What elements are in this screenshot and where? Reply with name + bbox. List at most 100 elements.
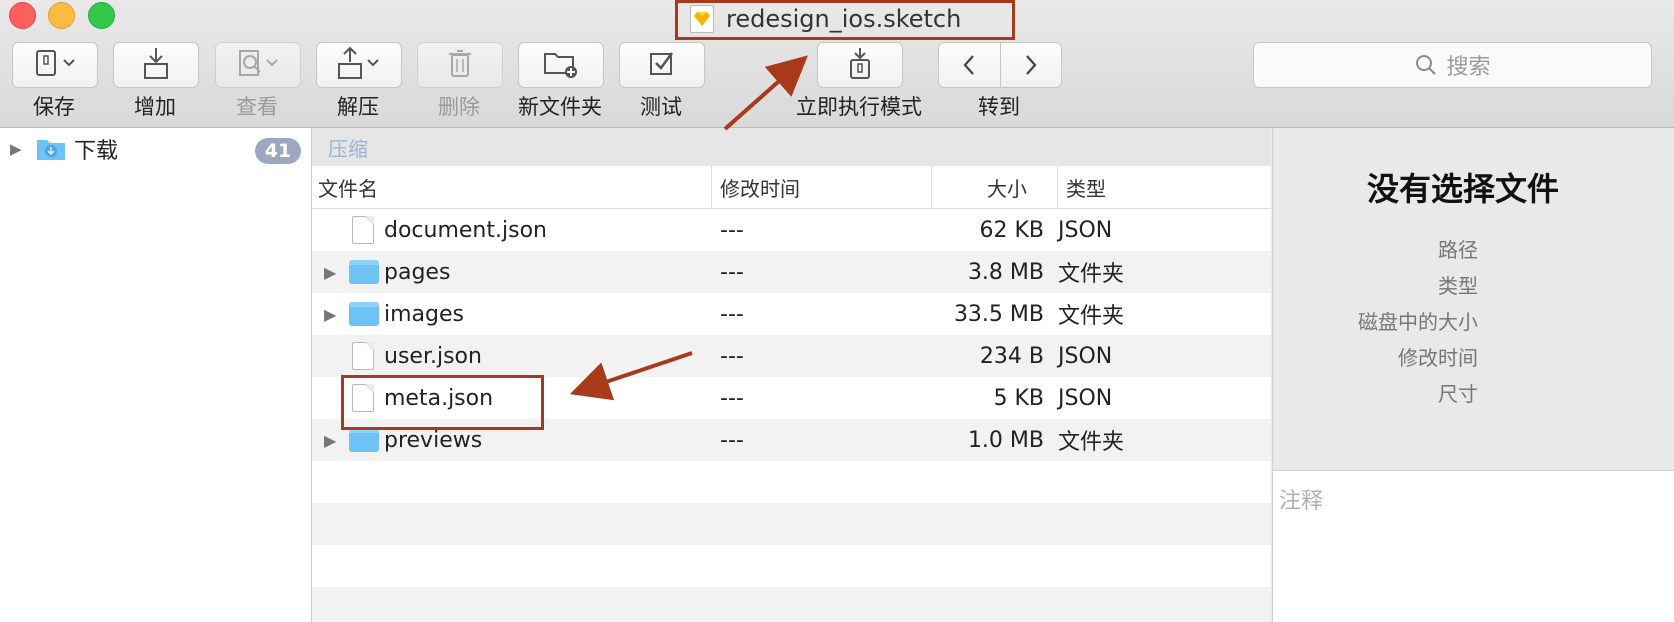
minimize-window-button[interactable] <box>48 2 75 29</box>
new-folder-button[interactable] <box>518 42 604 88</box>
instant-mode-label: 立即执行模式 <box>796 95 922 119</box>
info-panel: 没有选择文件 路径 类型 磁盘中的大小 修改时间 尺寸 注释 <box>1272 128 1674 622</box>
save-button[interactable] <box>12 42 98 88</box>
view-label: 查看 <box>236 95 278 119</box>
close-window-button[interactable] <box>9 2 36 29</box>
file-kind: 文件夹 <box>1058 262 1125 287</box>
extract-label: 解压 <box>337 95 379 119</box>
list-header: 文件名 修改时间 大小 类型 <box>312 166 1271 209</box>
file-modified: --- <box>720 259 744 285</box>
empty-row <box>312 587 1271 622</box>
file-size: 62 KB <box>979 217 1044 243</box>
column-header-kind[interactable]: 类型 <box>1058 166 1271 208</box>
archive-window: redesign_ios.sketch 保存 增加 查看 解压 删除 新文件夹 … <box>0 0 1674 622</box>
search-field[interactable]: 搜索 <box>1253 42 1652 88</box>
file-modified: --- <box>720 385 744 411</box>
instant-archive-icon <box>845 46 875 84</box>
save-label: 保存 <box>33 95 75 119</box>
column-header-size[interactable]: 大小 <box>932 166 1058 208</box>
instant-mode-button[interactable] <box>817 42 903 88</box>
file-size: 33.5 MB <box>953 301 1044 327</box>
back-forward-control <box>938 42 1062 88</box>
file-size: 1.0 MB <box>967 427 1044 453</box>
file-name: pages <box>384 259 451 285</box>
empty-row <box>312 545 1271 587</box>
file-name: user.json <box>384 343 482 369</box>
quicklook-icon <box>234 48 282 82</box>
title-highlight-box <box>675 0 1015 40</box>
path-bar-label[interactable]: 压缩 <box>328 133 368 162</box>
column-header-modified[interactable]: 修改时间 <box>712 166 932 208</box>
new-folder-label: 新文件夹 <box>518 95 602 119</box>
delete-button[interactable] <box>417 42 503 88</box>
add-button[interactable] <box>113 42 199 88</box>
file-size: 3.8 MB <box>967 259 1044 285</box>
goto-label: 转到 <box>978 95 1020 119</box>
file-modified: --- <box>720 217 744 243</box>
add-label: 增加 <box>134 95 176 119</box>
file-size: 5 KB <box>993 385 1044 411</box>
file-name: images <box>384 301 464 327</box>
column-header-name[interactable]: 文件名 <box>312 166 712 208</box>
info-label-modified: 修改时间 <box>1398 346 1478 370</box>
checkbox-icon <box>647 48 677 82</box>
column-header-kind-label: 类型 <box>1066 176 1106 201</box>
disclosure-triangle-icon[interactable]: ▶ <box>324 419 336 461</box>
file-kind: JSON <box>1058 343 1113 369</box>
file-kind: 文件夹 <box>1058 430 1125 455</box>
test-button[interactable] <box>619 42 705 88</box>
trash-icon <box>446 48 474 82</box>
sidebar-item-label: 下载 <box>74 139 119 164</box>
json-file-icon <box>352 209 374 251</box>
search-icon <box>1416 55 1437 75</box>
file-modified: --- <box>720 427 744 453</box>
folder-icon <box>349 293 379 335</box>
back-button[interactable] <box>939 43 1001 87</box>
extract-button[interactable] <box>316 42 402 88</box>
info-label-path: 路径 <box>1438 238 1478 262</box>
file-modified: --- <box>720 343 744 369</box>
folder-icon <box>349 251 379 293</box>
info-label-dimensions: 尺寸 <box>1438 382 1478 406</box>
chevron-left-icon <box>963 55 975 75</box>
column-header-name-label: 文件名 <box>318 176 378 201</box>
disclosure-triangle-icon[interactable]: ▶ <box>324 293 336 335</box>
extract-icon <box>335 46 383 84</box>
file-kind: JSON <box>1058 385 1113 411</box>
disclosure-triangle-icon[interactable]: ▶ <box>10 140 24 158</box>
column-header-modified-label: 修改时间 <box>720 176 800 201</box>
zoom-window-button[interactable] <box>88 2 115 29</box>
sidebar: ▶ 下载 41 <box>0 128 312 622</box>
view-button[interactable] <box>215 42 301 88</box>
file-name: document.json <box>384 217 547 243</box>
table-row[interactable]: user.json --- 234 B JSON <box>312 335 1271 377</box>
info-title: 没有选择文件 <box>1366 170 1559 208</box>
chevron-right-icon <box>1025 55 1037 75</box>
count-badge: 41 <box>255 138 301 164</box>
file-modified: --- <box>720 301 744 327</box>
path-bar: 压缩 <box>312 128 1271 166</box>
notes-placeholder: 注释 <box>1279 489 1324 514</box>
archive-save-icon <box>31 48 79 82</box>
disclosure-triangle-icon[interactable]: ▶ <box>324 251 336 293</box>
notes-field[interactable]: 注释 <box>1273 470 1674 622</box>
empty-row <box>312 503 1271 545</box>
search-placeholder: 搜索 <box>1446 55 1491 80</box>
meta-json-highlight-box <box>341 375 544 430</box>
column-header-size-label: 大小 <box>987 176 1027 201</box>
forward-button[interactable] <box>1001 43 1062 87</box>
json-file-icon <box>352 335 374 377</box>
file-kind: 文件夹 <box>1058 304 1125 329</box>
test-label: 测试 <box>640 95 682 119</box>
empty-row <box>312 461 1271 503</box>
table-row[interactable]: ▶ images --- 33.5 MB 文件夹 <box>312 293 1271 335</box>
add-tray-icon <box>141 46 171 84</box>
table-row[interactable]: document.json --- 62 KB JSON <box>312 209 1271 251</box>
info-label-size-on-disk: 磁盘中的大小 <box>1358 310 1478 334</box>
file-kind: JSON <box>1058 217 1113 243</box>
info-label-kind: 类型 <box>1438 274 1478 298</box>
file-size: 234 B <box>979 343 1044 369</box>
sidebar-item-downloads[interactable]: ▶ 下载 41 <box>0 132 311 166</box>
delete-label: 删除 <box>438 95 480 119</box>
table-row[interactable]: ▶ pages --- 3.8 MB 文件夹 <box>312 251 1271 293</box>
